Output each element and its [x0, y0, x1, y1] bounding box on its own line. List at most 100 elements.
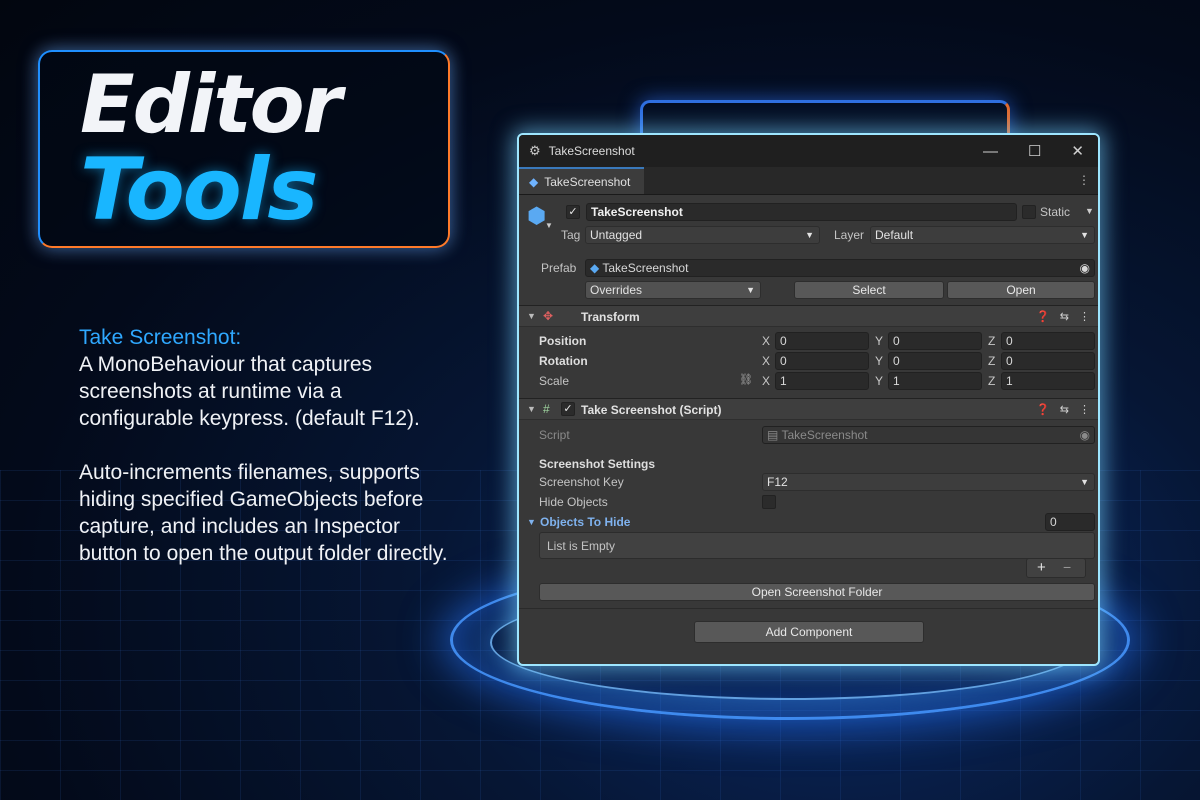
rotation-y-field[interactable]: 0 [888, 352, 982, 370]
overrides-dropdown[interactable]: Overrides ▼ [585, 281, 761, 299]
caret-icon: ▼ [1080, 230, 1089, 240]
script-enabled-checkbox[interactable]: ✓ [561, 402, 575, 416]
prefab-label: Prefab [541, 261, 577, 275]
rotation-z-field[interactable]: 0 [1001, 352, 1095, 370]
transform-title: Transform [581, 310, 640, 324]
prefab-cube-icon: ◆ [590, 261, 600, 275]
prefab-field[interactable]: ◆ TakeScreenshot ◉ [585, 259, 1095, 277]
position-y-field[interactable]: 0 [888, 332, 982, 350]
cube-icon: ◆ [529, 174, 539, 189]
component-menu-icon[interactable]: ⋮ [1079, 403, 1090, 416]
open-screenshot-folder-button[interactable]: Open Screenshot Folder [539, 583, 1095, 601]
scale-z-axis: Z [988, 374, 996, 388]
presets-icon[interactable]: ⇆ [1060, 403, 1069, 416]
tab-bar: ◆ TakeScreenshot ⋮ [519, 167, 1098, 195]
caret-icon: ▼ [746, 285, 755, 295]
rotation-x-field[interactable]: 0 [775, 352, 869, 370]
script-file-icon: # [543, 402, 550, 416]
list-empty-text: List is Empty [547, 539, 616, 553]
objects-to-hide-label[interactable]: Objects To Hide [540, 515, 630, 529]
add-item-button[interactable]: + [1037, 559, 1046, 576]
rotation-x-axis: X [762, 354, 771, 368]
scale-y-axis: Y [875, 374, 884, 388]
unity-logo-icon: ⚙ [529, 143, 541, 158]
window-titlebar[interactable]: ⚙ TakeScreenshot — ☐ ✕ [519, 135, 1098, 167]
inspector-window: ⚙ TakeScreenshot — ☐ ✕ ◆ TakeScreenshot … [517, 133, 1100, 666]
script-label: Script [539, 428, 570, 442]
scale-x-axis: X [762, 374, 771, 388]
tab-label: TakeScreenshot [544, 174, 631, 189]
foldout-arrow-icon[interactable]: ▼ [527, 517, 536, 527]
script-field: ▤ TakeScreenshot ◉ [762, 426, 1095, 444]
scale-z-field[interactable]: 1 [1001, 372, 1095, 390]
caret-icon: ▼ [1080, 477, 1089, 487]
position-y-axis: Y [875, 334, 884, 348]
title-editor: Editor [80, 58, 342, 151]
title-tools: Tools [80, 140, 318, 240]
object-picker-icon[interactable]: ◉ [1080, 260, 1090, 276]
overrides-label: Overrides [590, 283, 643, 297]
tab-takescreenshot[interactable]: ◆ TakeScreenshot [519, 167, 645, 194]
open-button[interactable]: Open [947, 281, 1095, 299]
inspector-body: ⬢ ▼ ✓ TakeScreenshot Static ▼ Tag Untagg… [519, 195, 1098, 664]
rotation-z-axis: Z [988, 354, 996, 368]
list-footer: + − [1026, 558, 1086, 578]
foldout-arrow-icon[interactable]: ▼ [527, 404, 536, 414]
tag-dropdown[interactable]: Untagged ▼ [585, 226, 820, 244]
maximize-icon[interactable]: ☐ [1028, 142, 1041, 160]
help-icon[interactable]: ❓ [1036, 310, 1050, 323]
static-checkbox[interactable] [1022, 205, 1036, 219]
transform-header[interactable]: ▼ ✥ Transform ❓ ⇆ ⋮ [519, 305, 1098, 327]
rotation-label: Rotation [539, 354, 588, 368]
layer-label: Layer [834, 228, 865, 242]
scale-y-field[interactable]: 1 [888, 372, 982, 390]
tab-menu-icon[interactable]: ⋮ [1078, 173, 1090, 187]
objects-to-hide-count[interactable]: 0 [1045, 513, 1095, 531]
position-z-axis: Z [988, 334, 996, 348]
layer-dropdown[interactable]: Default ▼ [870, 226, 1095, 244]
script-component-header[interactable]: ▼ # ✓ Take Screenshot (Script) ❓ ⇆ ⋮ [519, 398, 1098, 420]
transform-icon: ✥ [543, 309, 554, 323]
link-icon[interactable]: ⛓ [739, 373, 753, 386]
help-icon[interactable]: ❓ [1036, 403, 1050, 416]
screenshot-key-dropdown[interactable]: F12 ▼ [762, 473, 1095, 491]
script-value: TakeScreenshot [781, 428, 868, 442]
layer-value: Default [875, 228, 914, 242]
minimize-icon[interactable]: — [983, 143, 998, 160]
window-title: TakeScreenshot [548, 144, 635, 158]
presets-icon[interactable]: ⇆ [1060, 310, 1069, 323]
close-icon[interactable]: ✕ [1071, 142, 1084, 160]
static-dropdown-icon[interactable]: ▼ [1085, 206, 1094, 216]
description-paragraph-1: A MonoBehaviour that captures screenshot… [79, 353, 420, 430]
gameobject-cube-icon[interactable]: ⬢ [527, 203, 546, 229]
prefab-value: TakeScreenshot [602, 261, 689, 275]
static-label: Static [1040, 205, 1071, 219]
object-picker-icon: ◉ [1079, 428, 1090, 442]
remove-item-button[interactable]: − [1063, 559, 1071, 575]
tag-value: Untagged [590, 228, 643, 242]
description-heading: Take Screenshot: [79, 326, 242, 349]
description-block: Take Screenshot: A MonoBehaviour that ca… [79, 324, 459, 594]
scale-label: Scale [539, 374, 570, 388]
screenshot-key-value: F12 [767, 475, 788, 489]
screenshot-settings-heading: Screenshot Settings [539, 457, 656, 471]
hide-objects-label: Hide Objects [539, 495, 608, 509]
rotation-y-axis: Y [875, 354, 884, 368]
active-checkbox[interactable]: ✓ [566, 205, 580, 219]
add-component-button[interactable]: Add Component [694, 621, 924, 643]
hide-objects-checkbox[interactable] [762, 495, 776, 509]
position-z-field[interactable]: 0 [1001, 332, 1095, 350]
gameobject-name-field[interactable]: TakeScreenshot [586, 203, 1017, 221]
chevron-down-icon[interactable]: ▼ [545, 221, 553, 230]
description-paragraph-2: Auto-increments filenames, supports hidi… [79, 461, 448, 565]
position-x-field[interactable]: 0 [775, 332, 869, 350]
select-button[interactable]: Select [794, 281, 944, 299]
divider [519, 608, 1098, 609]
foldout-arrow-icon[interactable]: ▼ [527, 311, 536, 321]
caret-icon: ▼ [805, 230, 814, 240]
objects-list: List is Empty [539, 532, 1095, 559]
screenshot-key-label: Screenshot Key [539, 475, 624, 489]
component-menu-icon[interactable]: ⋮ [1079, 310, 1090, 323]
scale-x-field[interactable]: 1 [775, 372, 869, 390]
script-asset-icon: ▤ [767, 428, 779, 442]
